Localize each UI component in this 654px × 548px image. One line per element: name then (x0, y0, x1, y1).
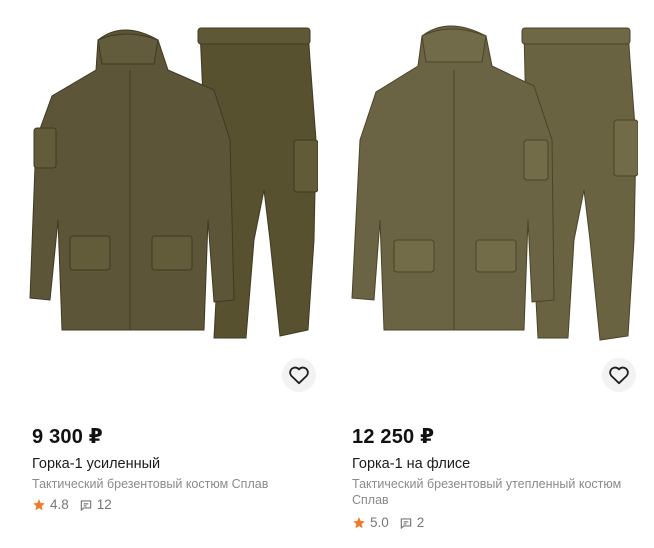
product-title[interactable]: Горка-1 усиленный (32, 456, 160, 472)
favorite-button[interactable] (282, 358, 316, 392)
product-image[interactable] (18, 0, 318, 395)
rating-value: 4.8 (50, 497, 69, 512)
comment-icon (80, 499, 92, 511)
product-image[interactable] (338, 0, 638, 395)
rating-value: 5.0 (370, 515, 389, 530)
product-price: 12 250 ₽ (352, 426, 435, 448)
tactical-suit-image (29, 27, 318, 339)
product-card[interactable]: 12 250 ₽ Горка-1 на флисе Тактический бр… (338, 0, 638, 530)
product-card[interactable]: 9 300 ₽ Горка-1 усиленный Тактический бр… (18, 0, 318, 512)
reviews-count: 12 (96, 497, 112, 512)
product-subtitle: Тактический брезентовый костюм Сплав (32, 477, 269, 491)
favorite-button[interactable] (602, 358, 636, 392)
product-rating-row: 5.0 2 (352, 515, 424, 530)
heart-outline-icon (289, 366, 309, 385)
product-price: 9 300 ₽ (32, 426, 103, 448)
star-icon (33, 498, 45, 510)
heart-outline-icon (609, 366, 629, 385)
product-subtitle: Тактический брезентовый утепленный костю… (352, 477, 622, 507)
star-icon (353, 516, 365, 528)
reviews-count: 2 (416, 515, 425, 530)
tactical-suit-image (351, 25, 638, 341)
product-title[interactable]: Горка-1 на флисе (352, 456, 470, 472)
product-rating-row: 4.8 12 (32, 497, 112, 512)
comment-icon (400, 517, 412, 529)
